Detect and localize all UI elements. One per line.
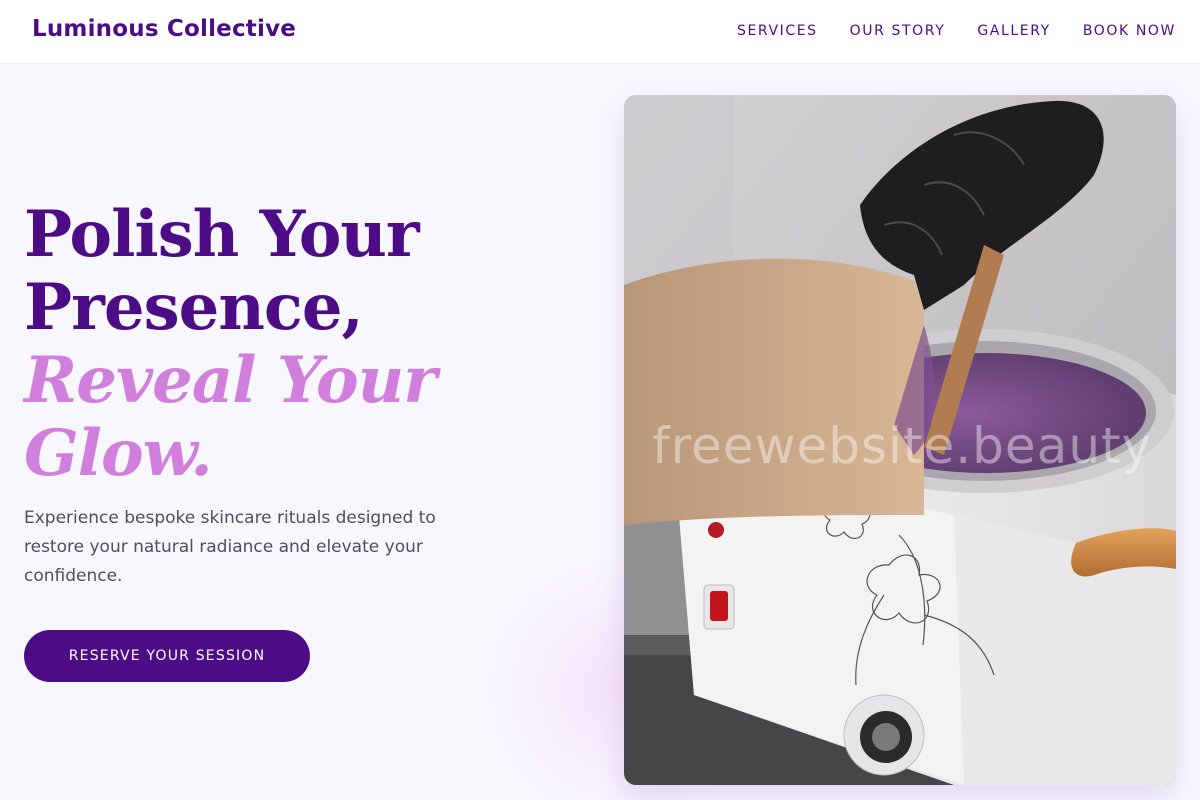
nav-services[interactable]: SERVICES [737, 23, 818, 39]
hero-tagline: Experience bespoke skincare rituals desi… [24, 508, 436, 586]
main-nav: SERVICES OUR STORY GALLERY BOOK NOW [737, 23, 1176, 39]
hero-headline: Polish Your Presence, Reveal Your Glow. [24, 198, 494, 490]
image-watermark: freewebsite.beauty [652, 417, 1153, 475]
headline-accent-1: Reveal Your [24, 343, 437, 418]
hero-section: Polish Your Presence, Reveal Your Glow. … [24, 198, 494, 591]
hero-image: freewebsite.beauty [624, 95, 1176, 785]
reserve-session-button[interactable]: RESERVE YOUR SESSION [24, 630, 310, 682]
site-header: Luminous Collective SERVICES OUR STORY G… [0, 0, 1200, 64]
headline-line-1: Polish Your [24, 197, 420, 272]
brand-logo[interactable]: Luminous Collective [32, 16, 296, 42]
nav-gallery[interactable]: GALLERY [977, 23, 1050, 39]
nav-our-story[interactable]: OUR STORY [850, 23, 946, 39]
headline-line-2: Presence, [24, 270, 364, 345]
nav-book-now[interactable]: BOOK NOW [1083, 23, 1176, 39]
headline-accent-2: Glow. [24, 416, 213, 491]
